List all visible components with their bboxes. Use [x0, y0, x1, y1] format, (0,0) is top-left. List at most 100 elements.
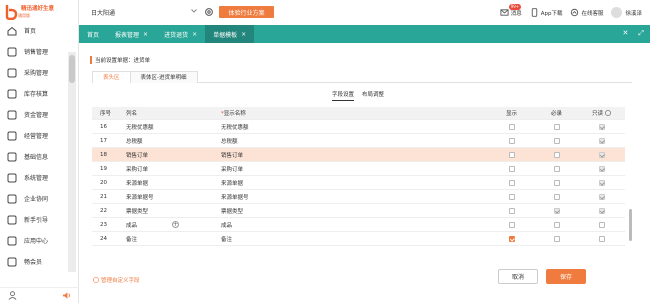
show-checkbox[interactable] — [508, 235, 515, 242]
sidebar-scrollbar[interactable] — [68, 52, 76, 272]
row-display-name[interactable]: 总税额 — [202, 137, 489, 145]
app-download-button[interactable]: App下载 — [530, 8, 562, 17]
experience-industry-button[interactable]: 体验行业方案 — [219, 6, 274, 18]
row-display-name[interactable]: 销售订单 — [202, 151, 489, 159]
row-display-name[interactable]: 采购订单 — [202, 165, 489, 173]
required-checkbox[interactable] — [553, 207, 560, 214]
row-display-name[interactable]: 票据类型 — [202, 207, 489, 215]
table-row[interactable]: 23 成品 + 成品 — [92, 218, 625, 232]
manage-custom-fields-link[interactable]: 管理自定义字段 — [93, 276, 140, 284]
sidebar-item-8[interactable]: 企业协同 — [0, 188, 68, 209]
chevron-down-icon[interactable] — [191, 9, 197, 13]
sidebar-item-5[interactable]: 经营管理 — [0, 125, 68, 146]
required-checkbox[interactable] — [553, 165, 560, 172]
message-badge: 99+ — [508, 4, 522, 10]
row-display-name[interactable]: 来源单据 — [202, 179, 489, 187]
required-checkbox[interactable] — [553, 179, 560, 186]
sidebar-item-0[interactable]: 首页 — [0, 20, 68, 41]
readonly-checkbox[interactable] — [598, 151, 605, 158]
readonly-checkbox[interactable] — [598, 193, 605, 200]
required-checkbox[interactable] — [553, 221, 560, 228]
close-all-icon[interactable]: ✕ — [623, 29, 629, 38]
table-row[interactable]: 16 无税优惠额 无税优惠额 — [92, 120, 625, 134]
sidebar: 精迅通好生意 通用版 首页 销售管理采购管理库存核算 资金管理 经营管理 基础信息 系统管… — [0, 0, 79, 303]
messages-button[interactable]: 99+ 消息 — [500, 4, 522, 17]
sidebar-item-3[interactable]: 库存核算 — [0, 83, 68, 104]
table-row[interactable]: 17 总税额 总税额 — [92, 134, 625, 148]
tab-2[interactable]: 进货退货 × — [156, 25, 205, 43]
tab-3[interactable]: 单据模板 × — [205, 25, 255, 43]
table-row[interactable]: 19 采购订单 采购订单 — [92, 162, 625, 176]
sidebar-item-7[interactable]: 系统管理 — [0, 167, 68, 188]
sidebar-item-4[interactable]: 资金管理 — [0, 104, 68, 125]
volume-icon[interactable] — [62, 291, 71, 300]
sidebar-scroll-thumb[interactable] — [69, 55, 75, 83]
table-scroll-thumb[interactable] — [629, 209, 632, 241]
fullscreen-icon[interactable]: ⤢ — [638, 29, 644, 38]
tab-close-icon[interactable]: × — [192, 31, 197, 38]
add-icon[interactable]: + — [172, 221, 180, 228]
required-checkbox[interactable] — [553, 137, 560, 144]
user-icon[interactable] — [8, 291, 17, 300]
row-display-name[interactable]: 来源单据号 — [202, 193, 489, 201]
row-display-name[interactable]: 成品 — [202, 221, 489, 229]
cancel-button[interactable]: 取消 — [498, 269, 538, 284]
required-checkbox[interactable] — [553, 151, 560, 158]
tab-close-icon[interactable]: × — [143, 31, 148, 38]
tab-0[interactable]: 首页 — [79, 25, 107, 43]
table-scrollbar[interactable] — [628, 120, 634, 270]
readonly-checkbox[interactable] — [598, 123, 605, 130]
row-name: 销售订单 — [114, 151, 202, 159]
required-checkbox[interactable] — [553, 235, 560, 242]
settings-gear-icon[interactable] — [204, 7, 214, 17]
sidebar-item-10[interactable]: 应用中心 — [0, 230, 68, 251]
sidebar-menu: 首页 销售管理采购管理库存核算 资金管理 经营管理 基础信息 系统管理 企业协同 新手引导 应用… — [0, 20, 68, 272]
sidebar-item-6[interactable]: 基础信息 — [0, 146, 68, 167]
show-checkbox[interactable] — [508, 151, 515, 158]
show-checkbox[interactable] — [508, 179, 515, 186]
table-row[interactable]: 24 备注 备注 — [92, 232, 625, 246]
tab-close-icon[interactable]: × — [241, 31, 246, 38]
sidebar-item-9[interactable]: 新手引导 — [0, 209, 68, 230]
online-service-button[interactable]: 在线客服 — [570, 8, 603, 17]
required-checkbox[interactable] — [553, 193, 560, 200]
tab-field-settings[interactable]: 字段设置 — [332, 90, 355, 101]
readonly-checkbox[interactable] — [598, 207, 605, 214]
show-checkbox[interactable] — [508, 137, 515, 144]
table-row[interactable]: 20 来源单据 来源单据 — [92, 176, 625, 190]
sidebar-item-label: 采购管理 — [24, 70, 49, 77]
sidebar-item-2[interactable]: 采购管理 — [0, 62, 68, 83]
message-icon — [500, 8, 509, 17]
tab-1[interactable]: 报表管理 × — [107, 25, 156, 43]
row-no: 21 — [100, 193, 107, 200]
help-icon[interactable] — [605, 110, 611, 116]
user-menu[interactable]: 徐溪泽 — [611, 7, 642, 18]
sidebar-item-11[interactable]: 畅会员 — [0, 251, 68, 272]
col-name-header: 列名 — [126, 111, 138, 117]
show-checkbox[interactable] — [508, 207, 515, 214]
readonly-checkbox[interactable] — [598, 179, 605, 186]
table-row[interactable]: 18 销售订单 销售订单 — [92, 148, 625, 162]
logo[interactable]: 精迅通好生意 通用版 — [4, 3, 54, 21]
row-display-name[interactable]: 备注 — [202, 235, 489, 243]
readonly-checkbox[interactable] — [598, 165, 605, 172]
show-checkbox[interactable] — [508, 193, 515, 200]
save-button[interactable]: 保存 — [546, 269, 586, 284]
readonly-checkbox[interactable] — [598, 221, 605, 228]
show-checkbox[interactable] — [508, 123, 515, 130]
show-checkbox[interactable] — [508, 165, 515, 172]
company-selector[interactable]: 日大阳通 — [91, 8, 115, 17]
readonly-checkbox[interactable] — [598, 137, 605, 144]
tab-header-area[interactable]: 表头区 — [92, 71, 131, 83]
row-name-text: 采购订单 — [126, 166, 149, 173]
tab-layout-adjust[interactable]: 布局调整 — [362, 90, 384, 101]
table-row[interactable]: 21 来源单据号 来源单据号 — [92, 190, 625, 204]
table-row[interactable]: 22 票据类型 票据类型 — [92, 204, 625, 218]
show-checkbox[interactable] — [508, 221, 515, 228]
sidebar-item-1[interactable]: 销售管理 — [0, 41, 68, 62]
tab-label: 单据模板 — [213, 31, 238, 39]
tab-body-area[interactable]: 表体区-进货单明细 — [129, 71, 198, 83]
required-checkbox[interactable] — [553, 123, 560, 130]
readonly-checkbox[interactable] — [598, 235, 605, 242]
row-display-name[interactable]: 无税优惠额 — [202, 123, 489, 131]
